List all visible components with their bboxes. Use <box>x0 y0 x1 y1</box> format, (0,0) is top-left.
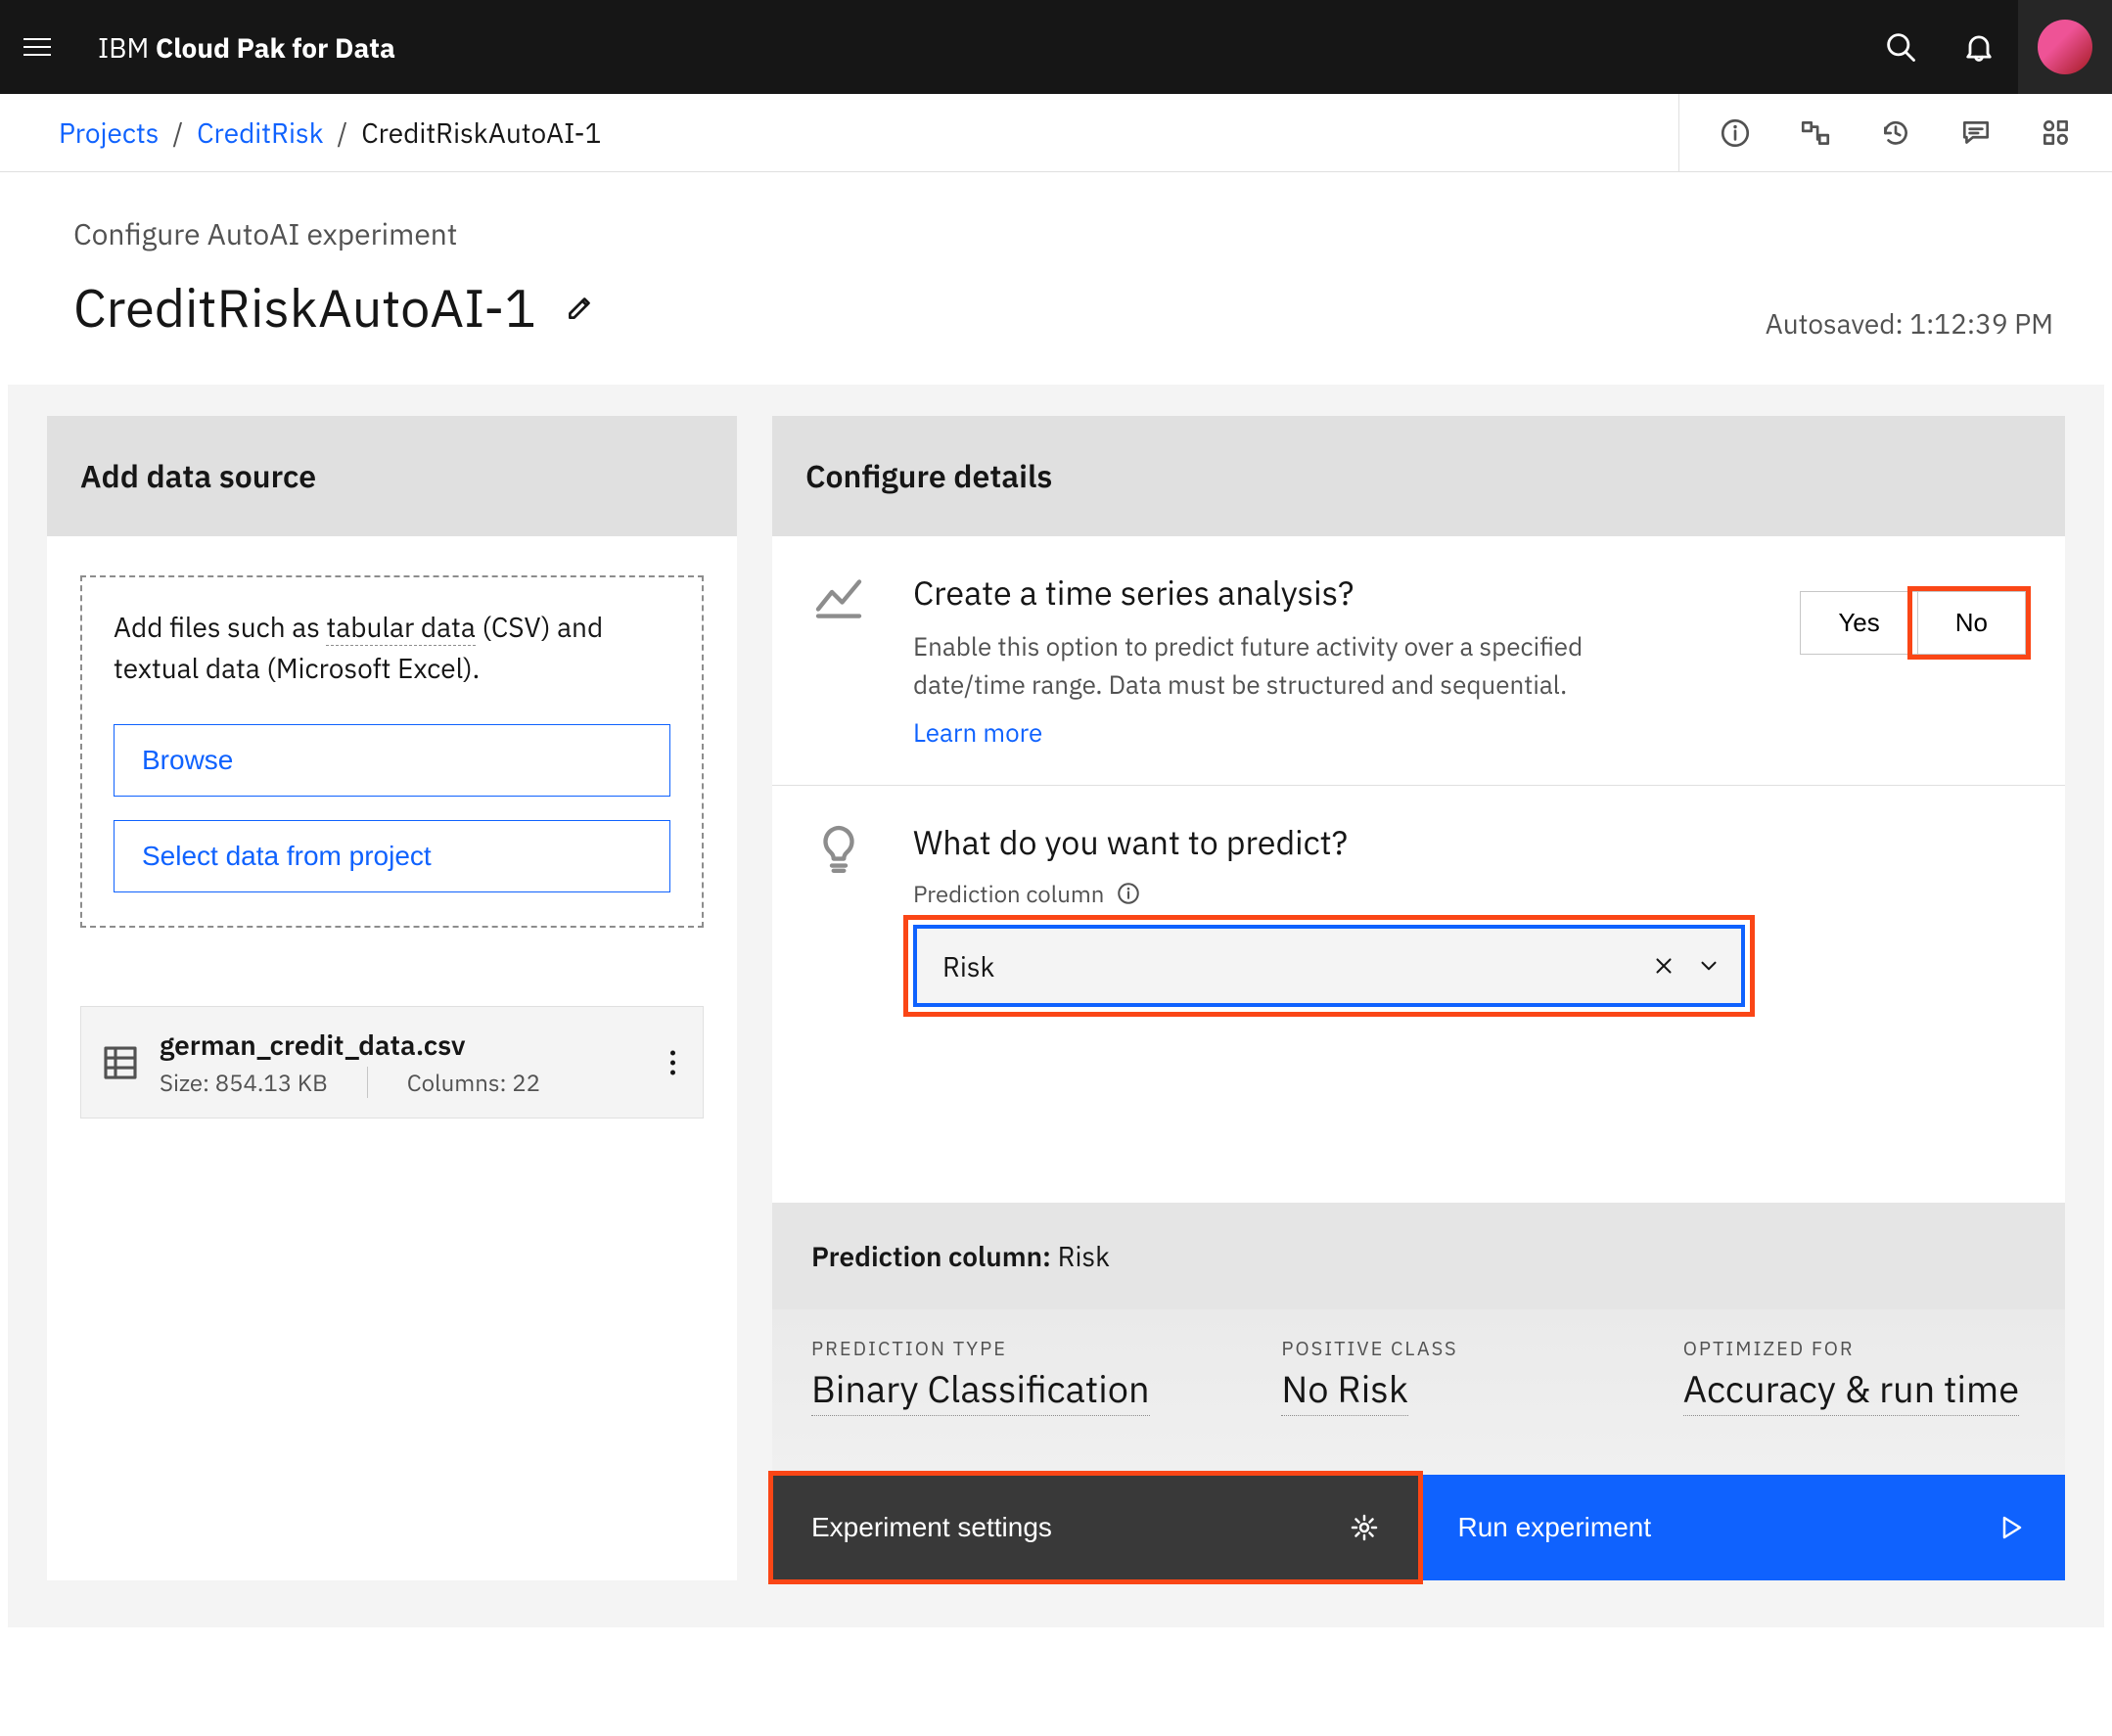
dropzone-hint: Add files such as tabular data (CSV) and… <box>114 607 670 689</box>
time-series-row: Create a time series analysis? Enable th… <box>772 536 2065 786</box>
header-right-group <box>1861 0 2112 94</box>
prediction-summary-bar: Prediction column: Risk <box>772 1203 2065 1309</box>
info-icon[interactable] <box>1719 116 1752 150</box>
yes-no-group: Yes No <box>1800 591 2026 750</box>
product-brand: IBM Cloud Pak for Data <box>98 29 395 66</box>
page-title: CreditRiskAutoAI-1 <box>73 273 536 342</box>
breadcrumb-separator: / <box>172 114 183 151</box>
hint-dotted: tabular data <box>326 609 475 646</box>
history-icon[interactable] <box>1879 116 1912 150</box>
flow-icon[interactable] <box>1799 116 1832 150</box>
dashboard-icon[interactable] <box>2040 116 2073 150</box>
autosave-timestamp: Autosaved: 1:12:39 PM <box>1766 305 2053 342</box>
predict-row: What do you want to predict? Prediction … <box>772 786 2065 1066</box>
prediction-column-combobox[interactable]: Risk <box>913 925 1745 1007</box>
lightbulb-icon <box>811 821 866 876</box>
breadcrumb-project-link[interactable]: CreditRisk <box>197 114 323 151</box>
run-experiment-label: Run experiment <box>1458 1512 1652 1543</box>
no-button[interactable]: No <box>1918 591 2026 655</box>
brand-bold: Cloud Pak for Data <box>156 29 395 66</box>
summary-pred-col-value: Risk <box>1051 1238 1110 1274</box>
add-data-source-header: Add data source <box>47 416 737 536</box>
file-name: german_credit_data.csv <box>160 1027 540 1063</box>
file-size: Size: 854.13 KB <box>160 1067 368 1098</box>
prediction-type-label: PREDICTION TYPE <box>811 1335 1222 1361</box>
prediction-column-label: Prediction column <box>913 878 1104 909</box>
page-header: Configure AutoAI experiment CreditRiskAu… <box>0 172 2112 385</box>
main-grid: Add data source Add files such as tabula… <box>8 385 2104 1627</box>
breadcrumb-bar: Projects / CreditRisk / CreditRiskAutoAI… <box>0 94 2112 172</box>
gear-icon <box>1349 1512 1380 1543</box>
play-icon <box>1995 1512 2026 1543</box>
avatar-circle-icon <box>2038 20 2092 74</box>
hamburger-menu-icon[interactable] <box>23 29 59 65</box>
dropzone[interactable]: Add files such as tabular data (CSV) and… <box>80 575 704 928</box>
configure-details-header: Configure details <box>772 416 2065 536</box>
learn-more-link[interactable]: Learn more <box>913 716 1042 750</box>
search-icon[interactable] <box>1861 0 1940 94</box>
yes-button[interactable]: Yes <box>1800 591 1917 655</box>
global-header: IBM Cloud Pak for Data <box>0 0 2112 94</box>
clear-icon[interactable] <box>1651 953 1676 979</box>
positive-class-label: POSITIVE CLASS <box>1281 1335 1624 1361</box>
notifications-icon[interactable] <box>1940 0 2018 94</box>
select-from-project-button[interactable]: Select data from project <box>114 820 670 892</box>
edit-title-icon[interactable] <box>564 291 597 324</box>
timeseries-title: Create a time series analysis? <box>913 571 1753 615</box>
summary-pred-col-label: Prediction column: <box>811 1238 1051 1274</box>
experiment-settings-button[interactable]: Experiment settings <box>772 1475 1419 1580</box>
timeseries-desc: Enable this option to predict future act… <box>913 628 1657 705</box>
toolbar-icons <box>1678 94 2073 172</box>
file-columns: Columns: 22 <box>407 1067 540 1098</box>
breadcrumb-separator: / <box>337 114 347 151</box>
hint-pre: Add files such as <box>114 609 326 645</box>
file-tile[interactable]: german_credit_data.csv Size: 854.13 KB C… <box>80 1006 704 1119</box>
avatar[interactable] <box>2018 0 2112 94</box>
page-kicker: Configure AutoAI experiment <box>73 215 597 253</box>
experiment-settings-label: Experiment settings <box>811 1512 1052 1543</box>
file-overflow-menu-icon[interactable] <box>661 1040 685 1084</box>
info-icon[interactable] <box>1116 881 1141 906</box>
brand-prefix: IBM <box>98 29 156 66</box>
action-bar: Experiment settings Run experiment <box>772 1475 2065 1580</box>
prediction-details-grid: PREDICTION TYPE Binary Classification PO… <box>772 1309 2065 1475</box>
breadcrumb-projects-link[interactable]: Projects <box>59 114 159 151</box>
positive-class-value[interactable]: No Risk <box>1281 1365 1407 1416</box>
breadcrumb: Projects / CreditRisk / CreditRiskAutoAI… <box>59 114 601 151</box>
predict-title: What do you want to predict? <box>913 821 2026 864</box>
browse-button[interactable]: Browse <box>114 724 670 797</box>
chevron-down-icon[interactable] <box>1696 953 1722 979</box>
combobox-selected-value: Risk <box>942 948 1651 984</box>
line-chart-icon <box>811 571 866 626</box>
optimized-for-label: OPTIMIZED FOR <box>1683 1335 2026 1361</box>
breadcrumb-current: CreditRiskAutoAI-1 <box>361 114 601 151</box>
csv-file-icon <box>101 1043 140 1082</box>
chat-icon[interactable] <box>1959 116 1993 150</box>
run-experiment-button[interactable]: Run experiment <box>1419 1475 2066 1580</box>
prediction-type-value[interactable]: Binary Classification <box>811 1365 1150 1416</box>
optimized-for-value[interactable]: Accuracy & run time <box>1683 1365 2019 1416</box>
